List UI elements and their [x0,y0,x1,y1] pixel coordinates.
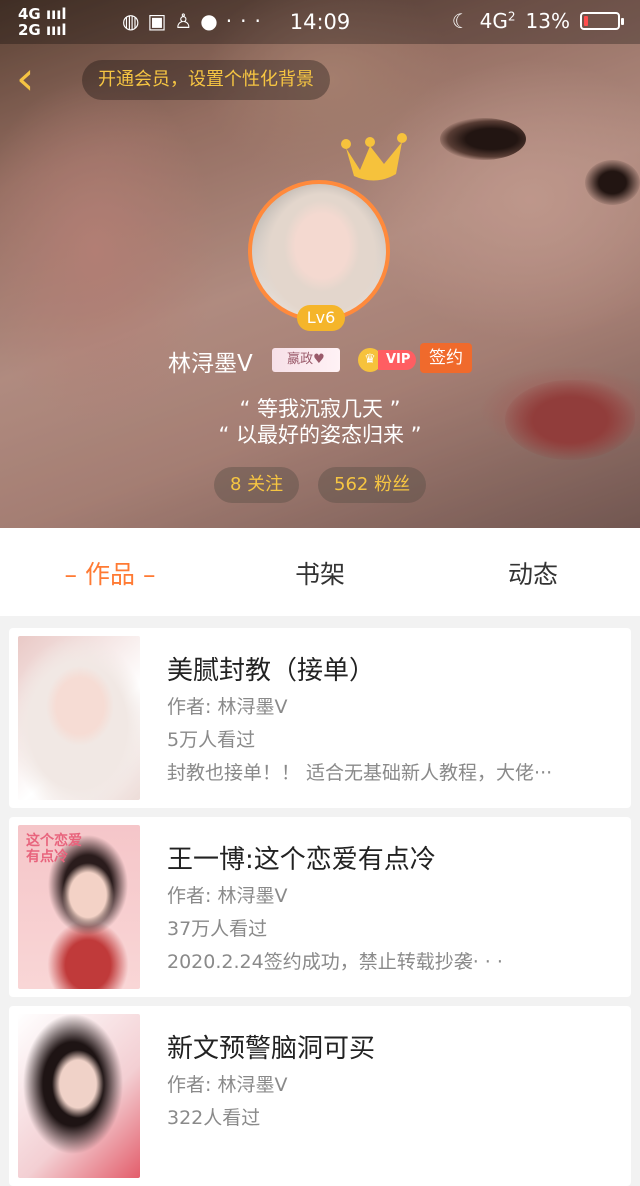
book-author: 作者: 林浔墨V [167,885,288,907]
chevron-left-icon: ‹ [16,51,35,105]
book-title: 王一博:这个恋爱有点冷 [167,845,436,875]
book-description: 2020.2.24签约成功，禁止转载抄袭· · · [167,951,503,973]
avatar[interactable] [248,180,390,322]
fans-count-button[interactable]: 562 粉丝 [318,467,427,503]
network-label-right: 4G2 [479,9,516,33]
book-card[interactable]: 新文预警脑洞可买 作者: 林浔墨V 322人看过 [9,1006,631,1186]
book-card[interactable]: 美腻封教（接单） 作者: 林浔墨V 5万人看过 封教也接单！！ 适合无基础新人教… [9,628,631,808]
moon-icon: ☾ [451,9,470,33]
user-name: 林浔墨V [168,351,253,377]
vip-label: VIP [378,350,417,370]
book-cover [18,1014,140,1178]
cover-title-text: 这个恋爱有点冷 [26,833,82,865]
book-views: 5万人看过 [167,729,256,751]
tab-bookshelf[interactable]: 书架 [250,528,390,616]
book-author: 作者: 林浔墨V [167,1074,288,1096]
book-cover: 这个恋爱有点冷 [18,825,140,989]
bio-line-2: “ 以最好的姿态归来 ” [218,423,422,447]
battery-icon [580,12,624,30]
book-card[interactable]: 这个恋爱有点冷 王一博:这个恋爱有点冷 作者: 林浔墨V 37万人看过 2020… [9,817,631,997]
following-count-button[interactable]: 8 关注 [214,467,300,503]
crown-icon [341,133,407,181]
bio-line-1: “ 等我沉寂几天 ” [239,397,401,421]
back-button[interactable]: ‹ [16,55,56,104]
battery-fill [584,16,588,26]
status-right: ☾ 4G2 13% [451,9,624,33]
status-bar: 4G ıııl 2G ıııl ◍▣♙●··· 14:09 ☾ 4G2 13% [0,0,640,44]
book-cover [18,636,140,800]
vip-badge[interactable]: ♛ VIP [358,348,417,372]
profile-tabs: – 作品 – 书架 动态 [0,528,640,616]
vip-background-tip[interactable]: 开通会员，设置个性化背景 [82,60,330,100]
signed-author-badge: 签约 [420,343,472,373]
tab-works[interactable]: – 作品 – [40,528,180,616]
book-title: 美腻封教（接单） [167,656,376,686]
tab-activity[interactable]: 动态 [463,528,603,616]
level-badge: Lv6 [297,305,345,331]
book-title: 新文预警脑洞可买 [167,1034,376,1064]
book-views: 322人看过 [167,1107,261,1129]
battery-percent: 13% [525,9,570,33]
book-description: 封教也接单！！ 适合无基础新人教程，大佬··· [167,762,553,784]
name-tag-badge: 嬴政♥ [272,348,340,372]
book-views: 37万人看过 [167,918,268,940]
book-author: 作者: 林浔墨V [167,696,288,718]
